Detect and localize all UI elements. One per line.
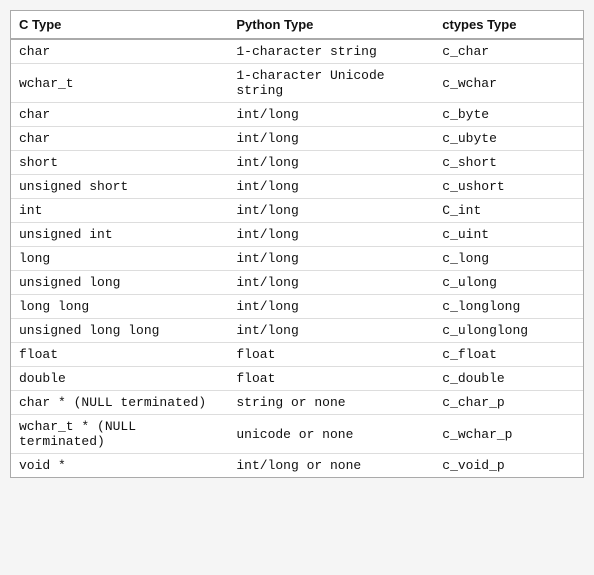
cell-ctype: short — [11, 151, 228, 175]
cell-python: int/long or none — [228, 454, 434, 478]
cell-ctypes: c_ulong — [434, 271, 583, 295]
type-mapping-table: C Type Python Type ctypes Type char1-cha… — [10, 10, 584, 478]
cell-python: 1-character string — [228, 39, 434, 64]
cell-ctypes: c_float — [434, 343, 583, 367]
cell-ctype: unsigned long — [11, 271, 228, 295]
table-header-row: C Type Python Type ctypes Type — [11, 11, 583, 39]
cell-python: 1-character Unicode string — [228, 64, 434, 103]
cell-python: string or none — [228, 391, 434, 415]
cell-ctypes: C_int — [434, 199, 583, 223]
cell-python: int/long — [228, 319, 434, 343]
cell-ctypes: c_double — [434, 367, 583, 391]
cell-ctypes: c_long — [434, 247, 583, 271]
cell-ctypes: c_byte — [434, 103, 583, 127]
table-row: floatfloatc_float — [11, 343, 583, 367]
cell-ctype: double — [11, 367, 228, 391]
cell-ctype: char — [11, 127, 228, 151]
cell-ctype: int — [11, 199, 228, 223]
cell-ctypes: c_ushort — [434, 175, 583, 199]
cell-ctypes: c_char — [434, 39, 583, 64]
cell-python: int/long — [228, 151, 434, 175]
cell-ctype: unsigned long long — [11, 319, 228, 343]
table-row: wchar_t * (NULL terminated)unicode or no… — [11, 415, 583, 454]
cell-ctype: unsigned short — [11, 175, 228, 199]
cell-ctypes: c_ulonglong — [434, 319, 583, 343]
cell-python: int/long — [228, 175, 434, 199]
cell-python: int/long — [228, 247, 434, 271]
cell-ctype: long long — [11, 295, 228, 319]
cell-ctype: unsigned int — [11, 223, 228, 247]
cell-ctype: long — [11, 247, 228, 271]
header-python: Python Type — [228, 11, 434, 39]
cell-ctype: float — [11, 343, 228, 367]
cell-ctypes: c_wchar — [434, 64, 583, 103]
cell-python: float — [228, 367, 434, 391]
cell-python: unicode or none — [228, 415, 434, 454]
cell-ctypes: c_longlong — [434, 295, 583, 319]
table-row: char * (NULL terminated)string or nonec_… — [11, 391, 583, 415]
cell-ctype: wchar_t * (NULL terminated) — [11, 415, 228, 454]
cell-ctype: char — [11, 103, 228, 127]
cell-ctypes: c_short — [434, 151, 583, 175]
table-row: unsigned shortint/longc_ushort — [11, 175, 583, 199]
table-row: char1-character stringc_char — [11, 39, 583, 64]
table-row: shortint/longc_short — [11, 151, 583, 175]
cell-ctypes: c_uint — [434, 223, 583, 247]
cell-ctypes: c_char_p — [434, 391, 583, 415]
cell-python: float — [228, 343, 434, 367]
cell-python: int/long — [228, 223, 434, 247]
cell-ctype: char * (NULL terminated) — [11, 391, 228, 415]
table-row: charint/longc_ubyte — [11, 127, 583, 151]
cell-python: int/long — [228, 103, 434, 127]
table-row: long longint/longc_longlong — [11, 295, 583, 319]
table-row: wchar_t1-character Unicode stringc_wchar — [11, 64, 583, 103]
cell-python: int/long — [228, 127, 434, 151]
cell-ctype: wchar_t — [11, 64, 228, 103]
cell-python: int/long — [228, 295, 434, 319]
cell-ctype: void * — [11, 454, 228, 478]
cell-ctypes: c_void_p — [434, 454, 583, 478]
table-row: doublefloatc_double — [11, 367, 583, 391]
table-row: unsigned intint/longc_uint — [11, 223, 583, 247]
cell-ctypes: c_ubyte — [434, 127, 583, 151]
table-row: intint/longC_int — [11, 199, 583, 223]
cell-ctypes: c_wchar_p — [434, 415, 583, 454]
cell-ctype: char — [11, 39, 228, 64]
table-row: unsigned long longint/longc_ulonglong — [11, 319, 583, 343]
table-row: unsigned longint/longc_ulong — [11, 271, 583, 295]
table-row: void *int/long or nonec_void_p — [11, 454, 583, 478]
cell-python: int/long — [228, 199, 434, 223]
table-row: charint/longc_byte — [11, 103, 583, 127]
cell-python: int/long — [228, 271, 434, 295]
header-ctype: C Type — [11, 11, 228, 39]
table-row: longint/longc_long — [11, 247, 583, 271]
header-ctypes: ctypes Type — [434, 11, 583, 39]
